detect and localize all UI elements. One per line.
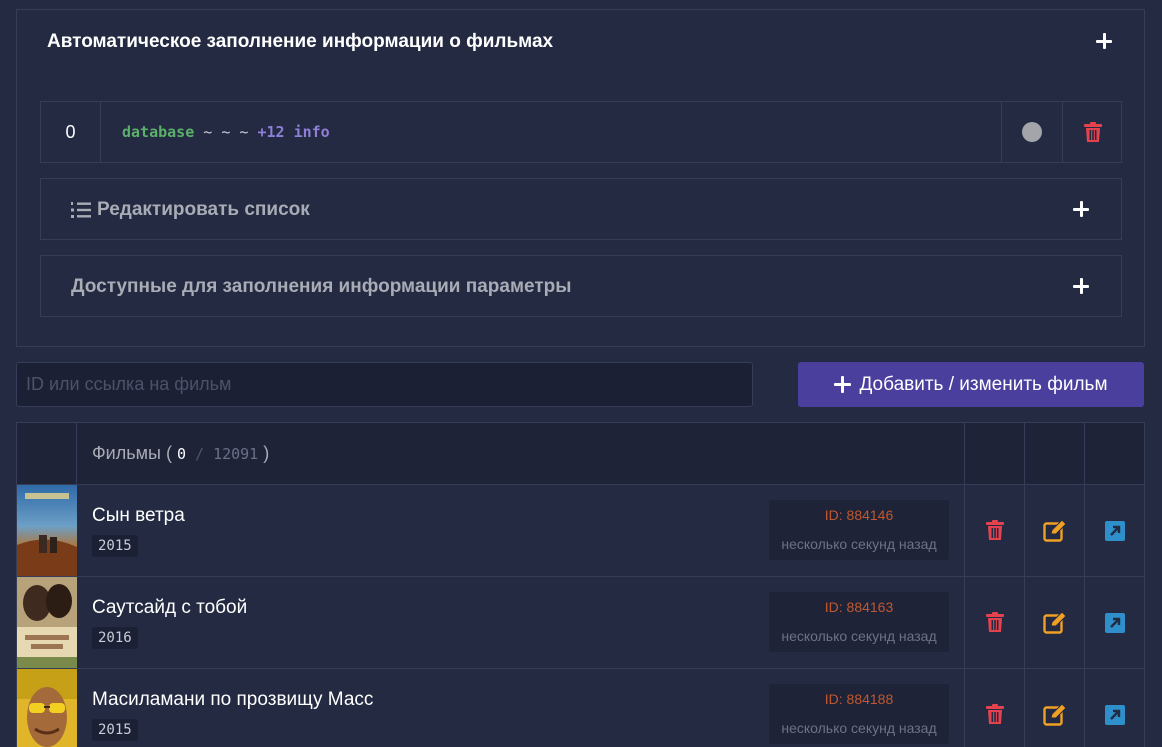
job-number: 0	[41, 102, 101, 162]
film-title: Сын ветра	[92, 505, 185, 526]
list-ordered-icon	[71, 202, 91, 218]
films-table: Фильмы ( 0 / 12091 ) Сын ветра 2015 ID: …	[16, 422, 1145, 747]
edit-list-accordion[interactable]: Редактировать список	[40, 178, 1122, 240]
film-title: Масиламани по прозвищу Масс	[92, 689, 374, 710]
params-label: Доступные для заполнения информации пара…	[71, 276, 572, 297]
films-table-header: Фильмы ( 0 / 12091 )	[17, 423, 1144, 485]
expand-plus-icon[interactable]	[1073, 278, 1089, 294]
close-paren: )	[258, 443, 270, 463]
edit-film-button[interactable]	[1025, 485, 1085, 576]
open-film-button[interactable]	[1085, 485, 1145, 576]
film-id: ID: 884163	[824, 599, 894, 615]
autofill-header[interactable]: Автоматическое заполнение информации о ф…	[17, 10, 1144, 72]
job-source: database	[122, 123, 195, 141]
film-year: 2016	[92, 627, 138, 649]
open-paren: (	[160, 443, 177, 463]
selected-count: 0	[176, 445, 186, 463]
autofill-panel: Автоматическое заполнение информации о ф…	[16, 9, 1145, 347]
film-poster[interactable]	[17, 577, 77, 668]
delete-film-button[interactable]	[965, 485, 1025, 576]
film-meta: ID: 884188 несколько секунд назад	[769, 684, 949, 744]
film-search-input[interactable]	[16, 362, 753, 407]
external-link-icon	[1105, 704, 1125, 725]
trash-icon	[1083, 121, 1102, 142]
edit-icon	[1043, 611, 1067, 634]
params-accordion[interactable]: Доступные для заполнения информации пара…	[40, 255, 1122, 317]
film-updated: несколько секунд назад	[781, 536, 937, 552]
expand-plus-icon[interactable]	[1096, 33, 1112, 49]
edit-icon	[1043, 703, 1067, 726]
plus-icon	[834, 376, 852, 393]
status-dot-icon	[1022, 122, 1042, 142]
trash-icon	[986, 704, 1004, 724]
film-meta: ID: 884146 несколько секунд назад	[769, 500, 949, 560]
film-year: 2015	[92, 535, 138, 557]
trash-icon	[986, 612, 1004, 632]
trash-icon	[986, 520, 1004, 540]
job-extra: +12 info	[257, 123, 330, 141]
external-link-icon	[1105, 612, 1125, 633]
film-year: 2015	[92, 719, 138, 741]
edit-list-heading: Редактировать список	[71, 199, 310, 221]
film-meta: ID: 884163 несколько секунд назад	[769, 592, 949, 652]
job-status	[1001, 102, 1062, 162]
edit-list-label: Редактировать список	[97, 199, 310, 220]
job-description: database ~ ~ ~ +12 info	[122, 123, 330, 141]
delete-film-button[interactable]	[965, 669, 1025, 747]
film-updated: несколько секунд назад	[781, 628, 937, 644]
edit-film-button[interactable]	[1025, 577, 1085, 668]
table-row[interactable]: Саутсайд с тобой 2016 ID: 884163 несколь…	[17, 577, 1144, 669]
edit-film-button[interactable]	[1025, 669, 1085, 747]
add-film-button[interactable]: Добавить / изменить фильм	[798, 362, 1144, 407]
autofill-job-row: 0 database ~ ~ ~ +12 info	[40, 101, 1122, 163]
table-row[interactable]: Масиламани по прозвищу Масс 2015 ID: 884…	[17, 669, 1144, 747]
delete-film-button[interactable]	[965, 577, 1025, 668]
open-film-button[interactable]	[1085, 577, 1145, 668]
film-poster[interactable]	[17, 485, 77, 576]
autofill-title: Автоматическое заполнение информации о ф…	[47, 31, 554, 52]
films-header-label: Фильмы	[92, 443, 161, 463]
edit-icon	[1043, 519, 1067, 542]
film-id: ID: 884188	[824, 691, 894, 707]
job-separator: ~ ~ ~	[194, 123, 258, 141]
film-title: Саутсайд с тобой	[92, 597, 248, 618]
film-poster[interactable]	[17, 669, 77, 747]
films-count-heading: Фильмы ( 0 / 12091 )	[92, 443, 269, 464]
expand-plus-icon[interactable]	[1073, 201, 1089, 217]
film-updated: несколько секунд назад	[781, 720, 937, 736]
params-heading: Доступные для заполнения информации пара…	[71, 276, 571, 298]
add-film-label: Добавить / изменить фильм	[859, 373, 1108, 395]
film-id: ID: 884146	[824, 507, 894, 523]
count-separator: /	[185, 445, 214, 463]
job-delete-button[interactable]	[1062, 102, 1122, 162]
table-row[interactable]: Сын ветра 2015 ID: 884146 несколько секу…	[17, 485, 1144, 577]
total-count: 12091	[213, 445, 259, 463]
external-link-icon	[1105, 520, 1125, 541]
open-film-button[interactable]	[1085, 669, 1145, 747]
